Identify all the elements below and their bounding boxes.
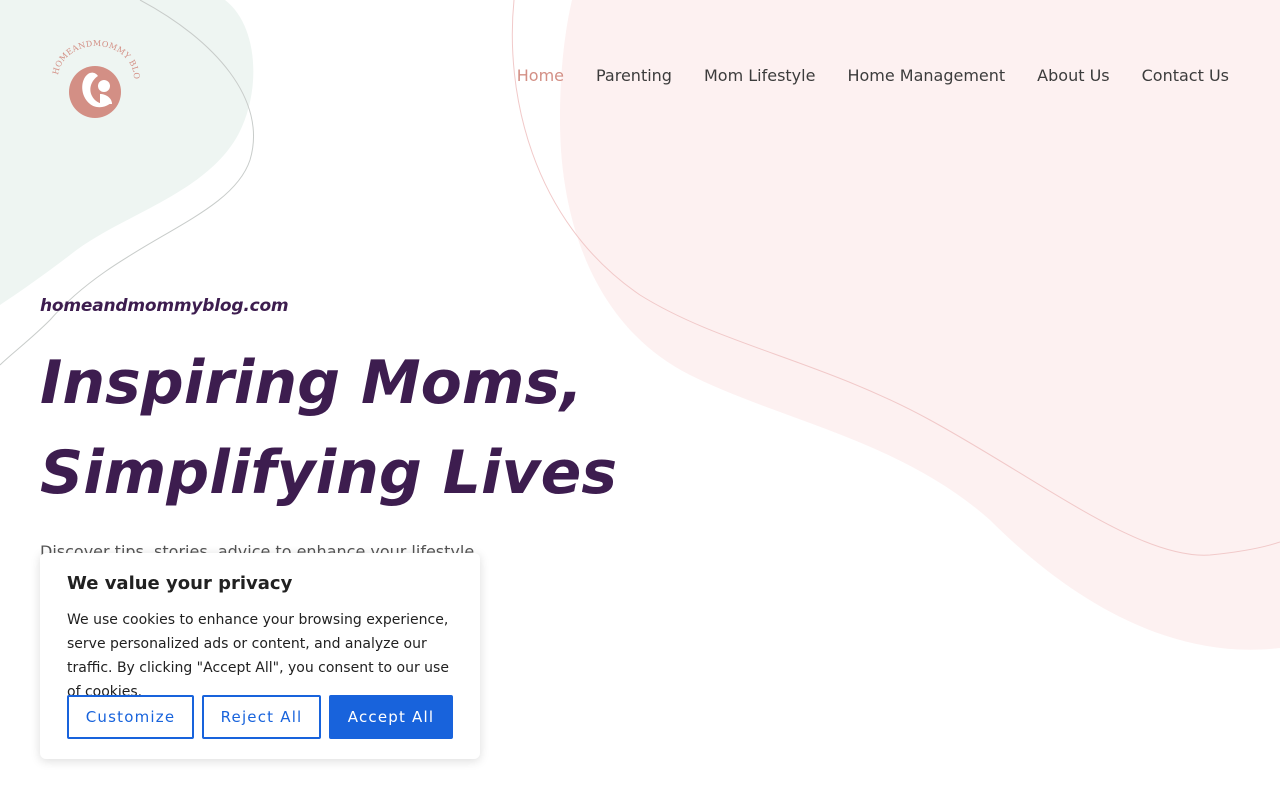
accept-all-button[interactable]: Accept All xyxy=(329,695,453,739)
main-navigation: Home Parenting Mom Lifestyle Home Manage… xyxy=(517,64,1229,88)
nav-contact-us[interactable]: Contact Us xyxy=(1142,64,1229,88)
pink-blob xyxy=(560,0,1280,650)
cookie-consent-banner: We value your privacy We use cookies to … xyxy=(40,553,480,759)
nav-about-us[interactable]: About Us xyxy=(1037,64,1109,88)
page: HOMEANDMOMMY BLOG Home Parenting Mom Lif… xyxy=(0,0,1280,800)
headline-line-1: Inspiring Moms, xyxy=(40,348,583,418)
mother-child-logo-icon: HOMEANDMOMMY BLOG xyxy=(50,40,141,118)
nav-mom-lifestyle[interactable]: Mom Lifestyle xyxy=(704,64,815,88)
cookie-banner-title: We value your privacy xyxy=(67,573,293,594)
reject-all-button[interactable]: Reject All xyxy=(202,695,321,739)
hero-section: homeandmommyblog.com Inspiring Moms, Sim… xyxy=(40,294,617,588)
hero-headline: Inspiring Moms, Simplifying Lives xyxy=(40,338,617,518)
nav-home[interactable]: Home xyxy=(517,64,564,88)
site-logo[interactable]: HOMEANDMOMMY BLOG xyxy=(50,40,142,120)
customize-button[interactable]: Customize xyxy=(67,695,194,739)
cookie-banner-buttons: Customize Reject All Accept All xyxy=(67,695,453,739)
nav-home-management[interactable]: Home Management xyxy=(847,64,1005,88)
cookie-banner-text: We use cookies to enhance your browsing … xyxy=(67,612,449,700)
site-name: homeandmommyblog.com xyxy=(40,296,289,316)
headline-line-2: Simplifying Lives xyxy=(40,438,618,508)
nav-parenting[interactable]: Parenting xyxy=(596,64,672,88)
